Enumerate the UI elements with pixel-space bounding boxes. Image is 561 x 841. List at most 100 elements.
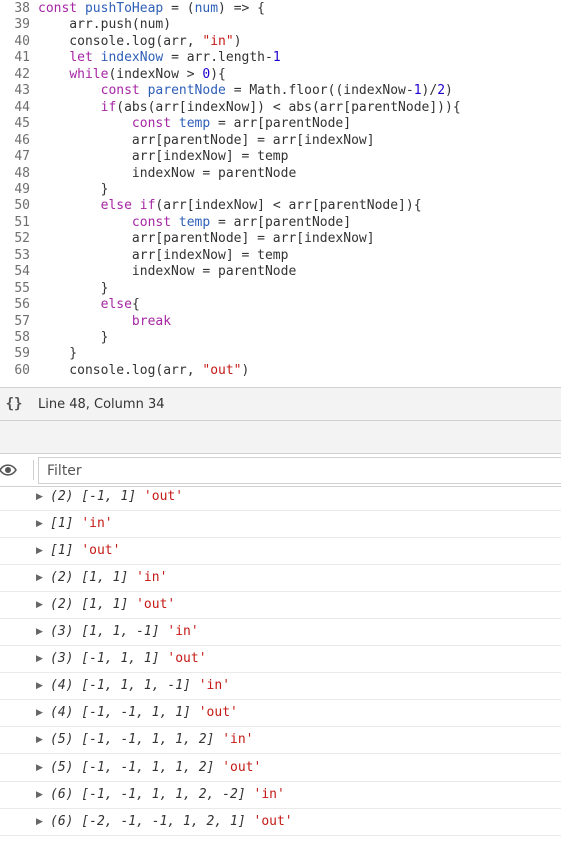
expand-triangle-icon[interactable]: ▶ <box>36 646 46 672</box>
console-message[interactable]: ▶ (6) [-1, -1, 1, 1, 2, -2] 'in' <box>0 782 561 809</box>
console-message[interactable]: ▶ (4) [-1, -1, 1, 1] 'out' <box>0 700 561 728</box>
expand-triangle-icon[interactable]: ▶ <box>36 727 46 753</box>
array-preview[interactable]: (5) [-1, -1, 1, 1, 2] <box>50 732 214 747</box>
code-line[interactable]: 51 const temp = arr[parentNode] <box>0 215 351 231</box>
expand-triangle-icon[interactable]: ▶ <box>36 565 46 591</box>
array-preview[interactable]: (6) [-2, -1, -1, 1, 2, 1] <box>50 814 246 829</box>
line-number[interactable]: 58 <box>0 330 38 346</box>
line-number[interactable]: 50 <box>0 198 38 214</box>
line-number[interactable]: 56 <box>0 297 38 313</box>
panel-splitter[interactable] <box>0 421 561 454</box>
code-editor[interactable]: 38 const pushToHeap = (num) => {39 arr.pu… <box>0 0 561 387</box>
code-line[interactable]: 57 break <box>0 314 171 330</box>
expand-triangle-icon[interactable]: ▶ <box>36 700 46 726</box>
console-message[interactable]: ▶ (2) [1, 1] 'in' <box>0 565 561 593</box>
line-number[interactable]: 55 <box>0 281 38 297</box>
code-line[interactable]: 58 } <box>0 330 108 346</box>
code-line[interactable]: 60 console.log(arr, "out") <box>0 363 249 379</box>
array-preview[interactable]: (4) [-1, -1, 1, 1] <box>50 705 191 720</box>
expand-triangle-icon[interactable]: ▶ <box>36 673 46 699</box>
line-number[interactable]: 53 <box>0 248 38 264</box>
code-line[interactable]: 49 } <box>0 182 108 198</box>
expand-triangle-icon[interactable]: ▶ <box>36 487 46 510</box>
code-line[interactable]: 56 else{ <box>0 297 139 313</box>
code-line[interactable]: 53 arr[indexNow] = temp <box>0 248 288 264</box>
console-message[interactable]: ▶ [1] 'out' <box>0 538 561 566</box>
code-token: arr[indexNow] = temp <box>38 247 289 263</box>
array-preview[interactable]: (2) [-1, 1] <box>50 489 136 504</box>
expand-triangle-icon[interactable]: ▶ <box>36 755 46 781</box>
array-preview[interactable]: (4) [-1, 1, 1, -1] <box>50 678 191 693</box>
console-message[interactable]: ▶ (3) [-1, 1, 1] 'out' <box>0 646 561 674</box>
line-number[interactable]: 59 <box>0 346 38 362</box>
expand-triangle-icon[interactable]: ▶ <box>36 592 46 618</box>
line-number[interactable]: 38 <box>0 1 38 17</box>
expand-triangle-icon[interactable]: ▶ <box>36 782 46 808</box>
code-line[interactable]: 44 if(abs(arr[indexNow]) < abs(arr[paren… <box>0 100 460 116</box>
line-number[interactable]: 41 <box>0 50 38 66</box>
code-line[interactable]: 55 } <box>0 281 108 297</box>
line-number[interactable]: 51 <box>0 215 38 231</box>
console-message[interactable]: ▶ [1] 'in' <box>0 511 561 539</box>
code-text: } <box>38 330 109 345</box>
console-message[interactable]: ▶ (3) [1, 1, -1] 'in' <box>0 619 561 647</box>
code-line[interactable]: 38 const pushToHeap = (num) => { <box>0 1 265 17</box>
console-message[interactable]: ▶ (5) [-1, -1, 1, 1, 2] 'out' <box>0 755 561 782</box>
expand-triangle-icon[interactable]: ▶ <box>36 538 46 564</box>
array-preview[interactable]: (6) [-1, -1, 1, 1, 2, -2] <box>50 787 246 802</box>
array-preview[interactable]: [1] <box>50 516 73 531</box>
line-number[interactable]: 48 <box>0 166 38 182</box>
code-text: while(indexNow > 0){ <box>38 67 226 82</box>
code-line[interactable]: 47 arr[indexNow] = temp <box>0 149 288 165</box>
string-label: 'in' <box>81 516 113 532</box>
console-message[interactable]: ▶ (6) [-2, -1, -1, 1, 2, 1] 'out' <box>0 809 561 836</box>
console-message[interactable]: ▶ (2) [-1, 1] 'out' <box>0 487 561 511</box>
array-preview[interactable]: (3) [-1, 1, 1] <box>50 651 160 666</box>
line-number[interactable]: 46 <box>0 133 38 149</box>
console-message[interactable]: ▶ (4) [-1, 1, 1, -1] 'in' <box>0 673 561 701</box>
expand-triangle-icon[interactable]: ▶ <box>36 809 46 835</box>
code-line[interactable]: 43 const parentNode = Math.floor((indexN… <box>0 83 453 99</box>
eye-icon[interactable] <box>0 462 22 478</box>
array-preview[interactable]: (2) [1, 1] <box>50 570 128 585</box>
code-token: 2 <box>437 83 446 99</box>
line-number[interactable]: 54 <box>0 264 38 280</box>
line-number[interactable]: 57 <box>0 314 38 330</box>
code-line[interactable]: 52 arr[parentNode] = arr[indexNow] <box>0 231 374 247</box>
line-number[interactable]: 42 <box>0 67 38 83</box>
array-preview[interactable]: (2) [1, 1] <box>50 597 128 612</box>
code-line[interactable]: 41 let indexNow = arr.length-1 <box>0 50 280 66</box>
code-line[interactable]: 50 else if(arr[indexNow] < arr[parentNod… <box>0 198 421 214</box>
console-message[interactable]: ▶ (5) [-1, -1, 1, 1, 2] 'in' <box>0 727 561 755</box>
array-preview[interactable]: [1] <box>50 543 73 558</box>
code-text: arr[indexNow] = temp <box>38 247 289 263</box>
code-text: let indexNow = arr.length-1 <box>38 50 280 65</box>
code-line[interactable]: 42 while(indexNow > 0){ <box>0 67 226 83</box>
code-line[interactable]: 45 const temp = arr[parentNode] <box>0 116 351 132</box>
code-line[interactable]: 59 } <box>0 346 77 362</box>
code-line[interactable]: 54 indexNow = parentNode <box>0 264 296 280</box>
code-line[interactable]: 40 console.log(arr, "in") <box>0 34 241 50</box>
line-number[interactable]: 45 <box>0 116 38 132</box>
code-text: const pushToHeap = (num) => { <box>38 1 265 16</box>
code-line[interactable]: 39 arr.push(num) <box>0 17 171 33</box>
code-line[interactable]: 48 indexNow = parentNode <box>0 166 296 182</box>
line-number[interactable]: 40 <box>0 34 38 50</box>
line-number[interactable]: 49 <box>0 182 38 198</box>
line-number[interactable]: 47 <box>0 149 38 165</box>
line-number[interactable]: 52 <box>0 231 38 247</box>
console-message[interactable]: ▶ (2) [1, 1] 'out' <box>0 592 561 620</box>
code-line[interactable]: 46 arr[parentNode] = arr[indexNow] <box>0 133 374 149</box>
array-preview[interactable]: (3) [1, 1, -1] <box>50 624 160 639</box>
line-number[interactable]: 43 <box>0 83 38 99</box>
array-preview[interactable]: (5) [-1, -1, 1, 1, 2] <box>50 760 214 775</box>
line-number[interactable]: 44 <box>0 100 38 116</box>
expand-triangle-icon[interactable]: ▶ <box>36 619 46 645</box>
expand-triangle-icon[interactable]: ▶ <box>36 511 46 537</box>
line-number[interactable]: 60 <box>0 363 38 379</box>
pretty-print-button[interactable]: {} <box>0 396 28 412</box>
filter-input[interactable] <box>38 457 561 484</box>
line-number[interactable]: 39 <box>0 17 38 33</box>
